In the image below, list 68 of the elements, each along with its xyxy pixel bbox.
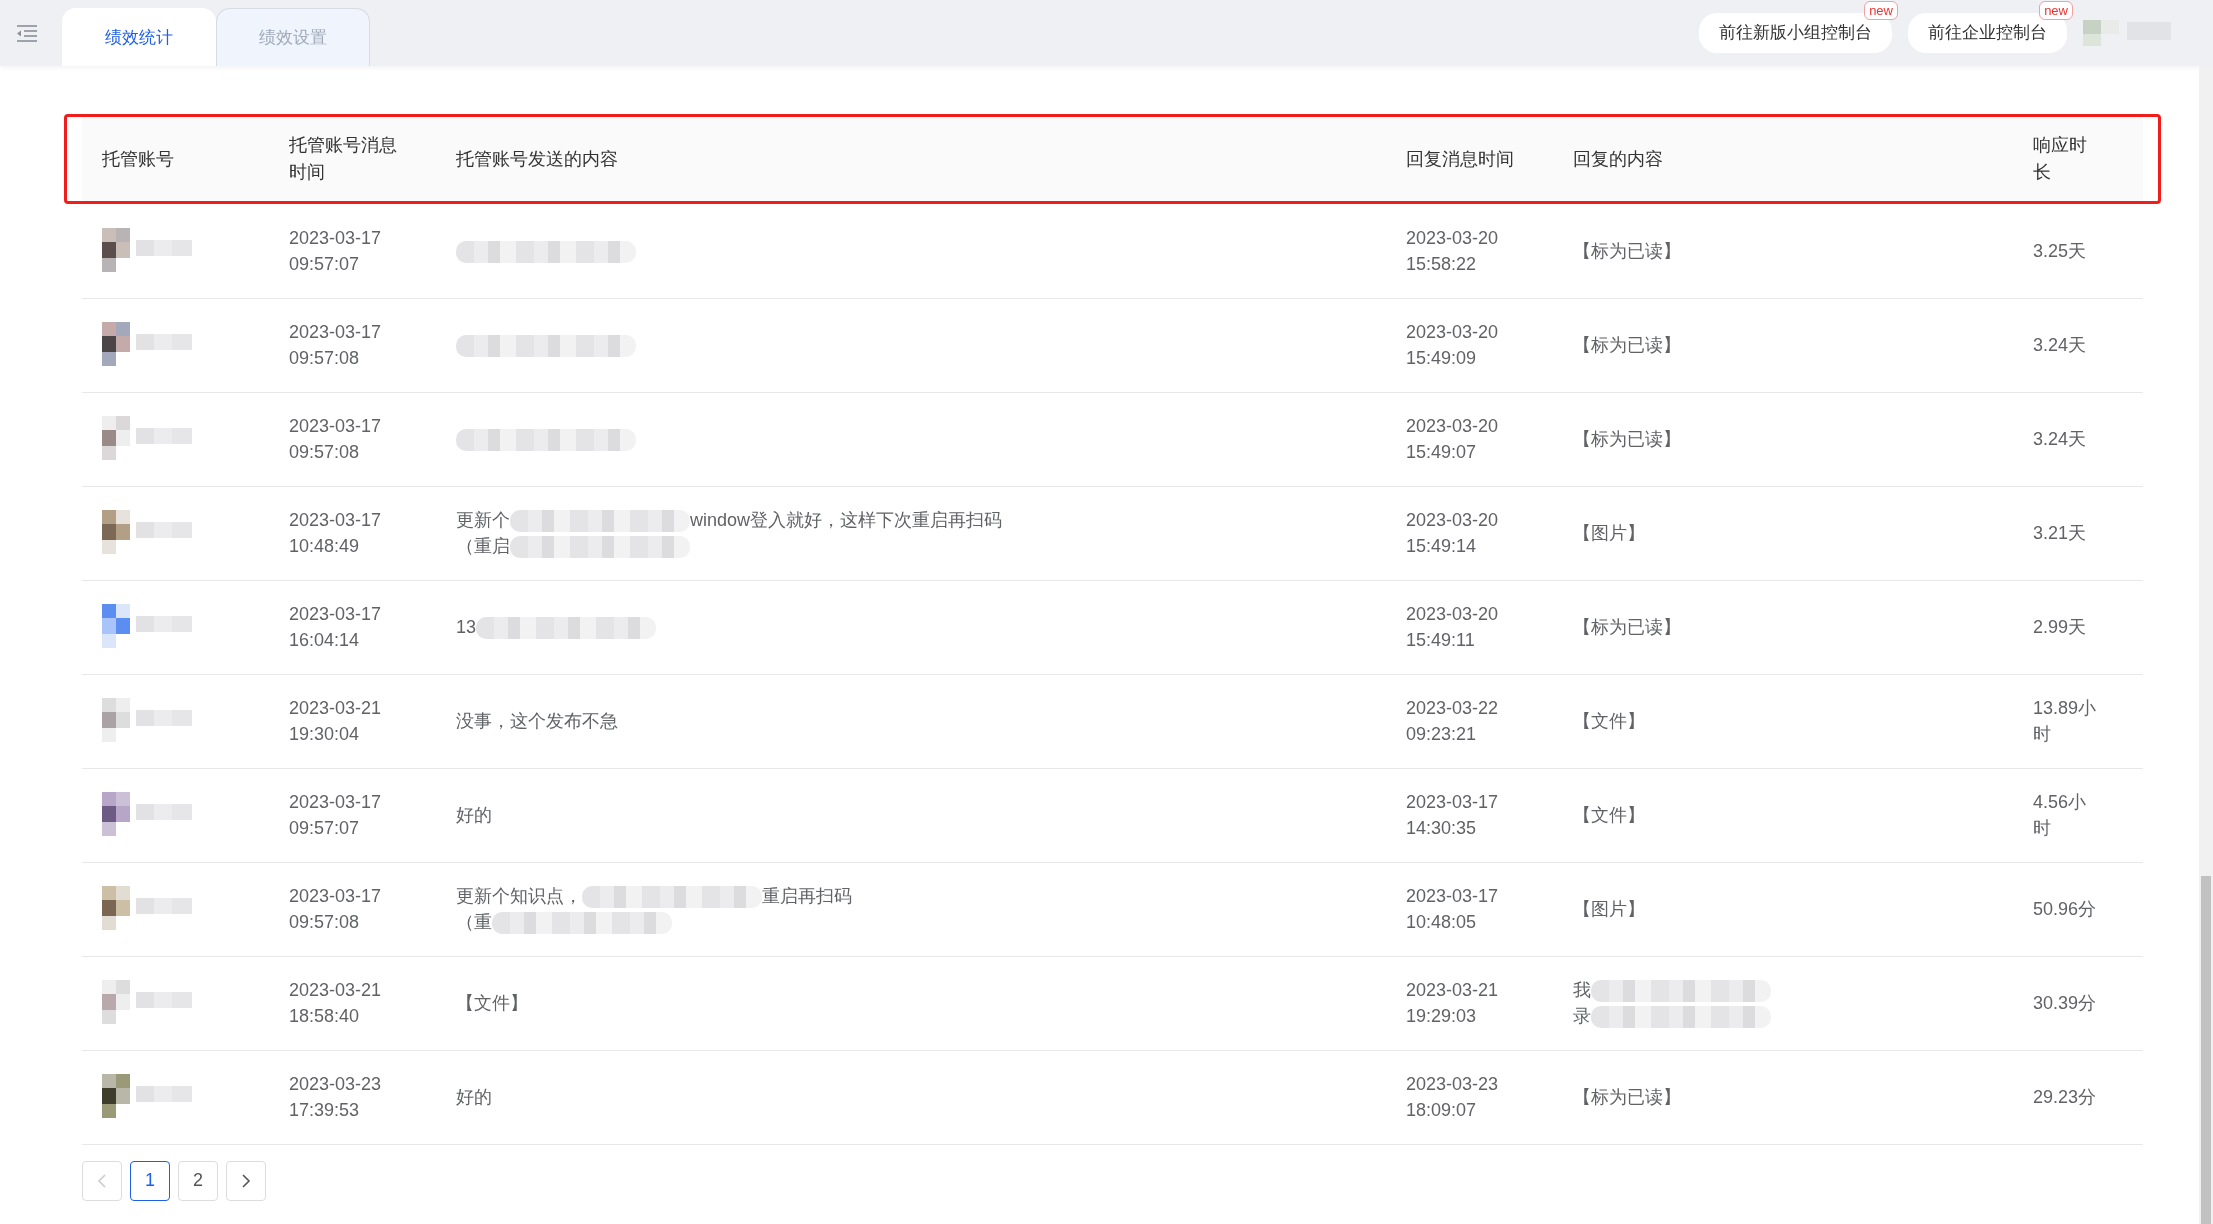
response-duration: 50.96分 xyxy=(2033,898,2097,921)
reply-time: 2023-03-17 14:30:35 xyxy=(1406,791,1500,840)
reply-time: 2023-03-17 10:48:05 xyxy=(1406,885,1500,934)
message-text: （重启 xyxy=(456,536,510,556)
reply-text: 【标为已读】 xyxy=(1573,617,1681,637)
column-header: 托管账号 xyxy=(102,148,174,169)
reply-time: 2023-03-20 15:49:09 xyxy=(1406,321,1500,370)
page-button[interactable]: 2 xyxy=(178,1160,218,1201)
column-header: 响应时长 xyxy=(2033,134,2088,184)
reply-text: 【标为已读】 xyxy=(1573,335,1681,355)
page-button[interactable]: 1 xyxy=(130,1160,170,1201)
message-time: 2023-03-17 09:57:08 xyxy=(289,885,383,934)
reply-text: 我 xyxy=(1573,980,1591,1000)
column-header: 回复消息时间 xyxy=(1406,148,1514,169)
response-duration: 29.23分 xyxy=(2033,1086,2097,1109)
message-time: 2023-03-17 09:57:08 xyxy=(289,321,383,370)
message-text: 13 xyxy=(456,617,477,637)
chevron-left-icon xyxy=(97,1173,107,1190)
reply-time: 2023-03-20 15:49:11 xyxy=(1406,603,1500,652)
message-time: 2023-03-21 18:58:40 xyxy=(289,979,383,1028)
response-duration: 4.56小时 xyxy=(2033,791,2088,840)
reply-text: 录 xyxy=(1573,1006,1591,1026)
response-duration: 3.24天 xyxy=(2033,334,2087,357)
reply-time: 2023-03-22 09:23:21 xyxy=(1406,697,1500,746)
reply-time: 2023-03-23 18:09:07 xyxy=(1406,1073,1500,1122)
message-text: 好的 xyxy=(456,805,492,825)
message-text: 更新个知识点， xyxy=(456,886,582,906)
reply-time: 2023-03-20 15:49:07 xyxy=(1406,415,1500,464)
response-duration: 30.39分 xyxy=(2033,992,2097,1015)
reply-text: 【图片】 xyxy=(1573,523,1645,543)
response-duration: 3.25天 xyxy=(2033,239,2087,263)
message-time: 2023-03-17 09:57:07 xyxy=(289,791,383,840)
response-duration: 2.99天 xyxy=(2033,616,2087,639)
reply-text: 【标为已读】 xyxy=(1573,240,1681,261)
message-time: 2023-03-23 17:39:53 xyxy=(289,1073,383,1122)
reply-text: 【标为已读】 xyxy=(1573,1087,1681,1107)
message-time: 2023-03-21 19:30:04 xyxy=(289,697,383,746)
column-header: 托管账号消息时间 xyxy=(289,134,398,184)
next-page-button[interactable] xyxy=(226,1160,266,1201)
message-time: 2023-03-17 10:48:49 xyxy=(289,509,383,558)
new-badge: new xyxy=(1864,1,1898,21)
message-text: window登入就好，这样下次重启再扫码 xyxy=(690,510,1003,530)
new-badge: new xyxy=(2039,1,2073,21)
reply-text: 【文件】 xyxy=(1573,711,1645,731)
message-time: 2023-03-17 16:04:14 xyxy=(289,603,383,652)
column-header: 回复的内容 xyxy=(1573,148,1663,169)
message-text: （重 xyxy=(456,912,492,932)
message-text: 【文件】 xyxy=(456,993,528,1013)
tab[interactable]: 绩效统计 xyxy=(62,8,216,66)
menu-icon[interactable] xyxy=(16,23,38,43)
response-duration: 3.24天 xyxy=(2033,428,2087,451)
message-text: 好的 xyxy=(456,1087,492,1107)
reply-text: 【文件】 xyxy=(1573,805,1645,825)
column-header: 托管账号发送的内容 xyxy=(456,148,618,169)
reply-text: 【图片】 xyxy=(1573,899,1645,919)
reply-text: 【标为已读】 xyxy=(1573,429,1681,449)
message-time: 2023-03-17 09:57:07 xyxy=(289,226,383,276)
response-duration: 13.89小时 xyxy=(2033,697,2098,746)
message-time: 2023-03-17 09:57:08 xyxy=(289,415,383,464)
reply-time: 2023-03-20 15:58:22 xyxy=(1406,226,1500,276)
scrollbar-thumb[interactable] xyxy=(2201,876,2211,1224)
response-duration: 3.21天 xyxy=(2033,522,2087,545)
message-text: 更新个 xyxy=(456,510,510,530)
message-text: 没事，这个发布不急 xyxy=(456,711,618,731)
reply-time: 2023-03-20 15:49:14 xyxy=(1406,509,1500,558)
reply-time: 2023-03-21 19:29:03 xyxy=(1406,979,1500,1028)
message-text: 重启再扫码 xyxy=(762,886,852,906)
chevron-right-icon xyxy=(241,1173,251,1190)
